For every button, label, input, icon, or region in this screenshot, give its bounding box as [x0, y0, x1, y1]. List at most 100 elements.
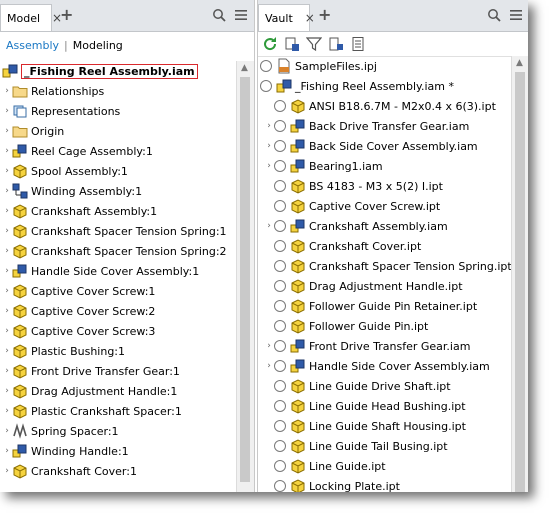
vault-tree-item[interactable]: Captive Cover Screw.ipt: [260, 196, 511, 216]
add-model-tab-icon[interactable]: +: [60, 7, 73, 23]
hamburger-menu-icon[interactable]: [509, 8, 523, 22]
scroll-up-icon[interactable]: ▲: [241, 63, 248, 73]
vault-status-icon: [274, 420, 286, 432]
model-tree-item[interactable]: › Handle Side Cover Assembly:1: [2, 261, 236, 281]
model-tree-item-label: Crankshaft Cover:1: [31, 464, 137, 478]
vault-tree-item[interactable]: Line Guide Drive Shaft.ipt: [260, 376, 511, 396]
model-tree-item[interactable]: › Spool Assembly:1: [2, 161, 236, 181]
expand-arrow-icon[interactable]: ›: [2, 386, 12, 396]
vault-tree-item[interactable]: Line Guide Tail Busing.ipt: [260, 436, 511, 456]
properties-icon[interactable]: [350, 36, 366, 52]
vault-scroll-thumb[interactable]: [515, 72, 525, 492]
model-tree-item[interactable]: › Captive Cover Screw:3: [2, 321, 236, 341]
modeling-view-link[interactable]: Modeling: [73, 39, 123, 52]
expand-arrow-icon[interactable]: ›: [264, 161, 274, 171]
go-to-folder-icon[interactable]: [328, 36, 344, 52]
expand-arrow-icon[interactable]: ›: [2, 326, 12, 336]
check-in-icon[interactable]: [284, 36, 300, 52]
expand-arrow-icon[interactable]: ›: [2, 86, 12, 96]
model-tree-item[interactable]: › Winding Handle:1: [2, 441, 236, 461]
expand-arrow-icon[interactable]: ›: [2, 446, 12, 456]
expand-arrow-icon[interactable]: ›: [2, 466, 12, 476]
expand-arrow-icon[interactable]: ›: [2, 106, 12, 116]
vault-tree-item[interactable]: Locking Plate.ipt: [260, 476, 511, 492]
expand-arrow-icon[interactable]: ›: [264, 121, 274, 131]
expand-arrow-icon[interactable]: ›: [2, 166, 12, 176]
model-tree-item[interactable]: › Crankshaft Assembly:1: [2, 201, 236, 221]
model-tree-item[interactable]: › Reel Cage Assembly:1: [2, 141, 236, 161]
tab-vault[interactable]: Vault ×: [258, 4, 315, 31]
vault-project-row[interactable]: SampleFiles.ipj: [260, 56, 511, 76]
expand-arrow-icon[interactable]: ›: [2, 266, 12, 276]
expand-arrow-icon[interactable]: ›: [2, 246, 12, 256]
expand-arrow-icon[interactable]: ›: [2, 186, 12, 196]
model-tree-item[interactable]: › Captive Cover Screw:1: [2, 281, 236, 301]
vault-tree-item[interactable]: Follower Guide Pin.ipt: [260, 316, 511, 336]
expand-arrow-icon[interactable]: ›: [2, 286, 12, 296]
model-tabbar: Model × +: [0, 0, 254, 32]
model-tree-item[interactable]: › Winding Assembly:1: [2, 181, 236, 201]
search-icon[interactable]: [487, 8, 501, 22]
add-vault-tab-icon[interactable]: +: [318, 7, 331, 23]
tab-vault-close-icon[interactable]: ×: [305, 11, 315, 25]
expand-arrow-icon[interactable]: ›: [264, 341, 274, 351]
search-icon[interactable]: [212, 8, 226, 22]
vault-tree-item[interactable]: Line Guide.ipt: [260, 456, 511, 476]
vault-tree-item[interactable]: Drag Adjustment Handle.ipt: [260, 276, 511, 296]
vault-scrollbar[interactable]: ▲: [511, 56, 528, 492]
model-tree-item[interactable]: › Representations: [2, 101, 236, 121]
model-tree-item[interactable]: › Plastic Bushing:1: [2, 341, 236, 361]
expand-arrow-icon[interactable]: ›: [2, 146, 12, 156]
vault-tree-item[interactable]: ANSI B18.6.7M - M2x0.4 x 6(3).ipt: [260, 96, 511, 116]
vault-tree-item[interactable]: › Front Drive Transfer Gear.iam: [260, 336, 511, 356]
vault-tree-item[interactable]: Follower Guide Pin Retainer.ipt: [260, 296, 511, 316]
model-tree-item[interactable]: › Captive Cover Screw:2: [2, 301, 236, 321]
refresh-icon[interactable]: [262, 36, 278, 52]
expand-arrow-icon[interactable]: ›: [264, 361, 274, 371]
vault-tree-item[interactable]: Line Guide Head Bushing.ipt: [260, 396, 511, 416]
model-tree-item[interactable]: › Crankshaft Cover:1: [2, 461, 236, 481]
expand-arrow-icon[interactable]: ›: [2, 406, 12, 416]
vault-root-row[interactable]: _Fishing Reel Assembly.iam *: [260, 76, 511, 96]
scroll-up-icon[interactable]: ▲: [516, 58, 523, 68]
model-tree-item[interactable]: › Front Drive Transfer Gear:1: [2, 361, 236, 381]
expand-arrow-icon[interactable]: ›: [2, 226, 12, 236]
vault-tree-item[interactable]: › Back Side Cover Assembly.iam: [260, 136, 511, 156]
model-tree-root[interactable]: _Fishing Reel Assembly.iam: [2, 61, 236, 81]
vault-tree-item[interactable]: BS 4183 - M3 x 5(2) I.ipt: [260, 176, 511, 196]
expand-arrow-icon[interactable]: ›: [2, 366, 12, 376]
expand-arrow-icon[interactable]: ›: [264, 221, 274, 231]
expand-arrow-icon[interactable]: ›: [2, 206, 12, 216]
vault-tree-item[interactable]: Crankshaft Cover.ipt: [260, 236, 511, 256]
vault-tree-item[interactable]: Crankshaft Spacer Tension Spring.ipt: [260, 256, 512, 276]
model-tree-item[interactable]: › Crankshaft Spacer Tension Spring:1: [2, 221, 236, 241]
vault-status-icon: [274, 120, 286, 132]
vault-tree-item[interactable]: › Crankshaft Assembly.iam: [260, 216, 511, 236]
vault-project-label: SampleFiles.ipj: [295, 59, 377, 73]
expand-arrow-icon[interactable]: ›: [2, 426, 12, 436]
model-tree-item[interactable]: › Plastic Crankshaft Spacer:1: [2, 401, 236, 421]
tab-model[interactable]: Model ×: [0, 4, 62, 31]
model-tree-item[interactable]: › Drag Adjustment Handle:1: [2, 381, 236, 401]
assembly-view-link[interactable]: Assembly: [6, 39, 59, 52]
vault-tree-item[interactable]: › Back Drive Transfer Gear.iam: [260, 116, 511, 136]
model-scrollbar[interactable]: ▲: [236, 61, 254, 492]
vault-tree-item[interactable]: › Bearing1.iam: [260, 156, 511, 176]
part-icon: [291, 199, 305, 214]
vault-tree-item[interactable]: › Handle Side Cover Assembly.iam: [260, 356, 511, 376]
model-tree-item[interactable]: › Crankshaft Spacer Tension Spring:2: [2, 241, 236, 261]
vault-tree-item[interactable]: Line Guide Shaft Housing.ipt: [260, 416, 511, 436]
model-scroll-thumb[interactable]: [240, 77, 250, 482]
part-icon: [13, 244, 27, 259]
hamburger-menu-icon[interactable]: [234, 8, 248, 22]
model-tree-item[interactable]: › Relationships: [2, 81, 236, 101]
filter-icon[interactable]: [306, 36, 322, 52]
vault-status-icon: [260, 60, 272, 72]
expand-arrow-icon[interactable]: ›: [2, 126, 12, 136]
model-tree-item[interactable]: › Spring Spacer:1: [2, 421, 236, 441]
model-browser-panel: Model × + Assembly | Modeling _Fishing R…: [0, 0, 255, 492]
model-tree-item[interactable]: › Origin: [2, 121, 236, 141]
expand-arrow-icon[interactable]: ›: [264, 141, 274, 151]
expand-arrow-icon[interactable]: ›: [2, 346, 12, 356]
expand-arrow-icon[interactable]: ›: [2, 306, 12, 316]
